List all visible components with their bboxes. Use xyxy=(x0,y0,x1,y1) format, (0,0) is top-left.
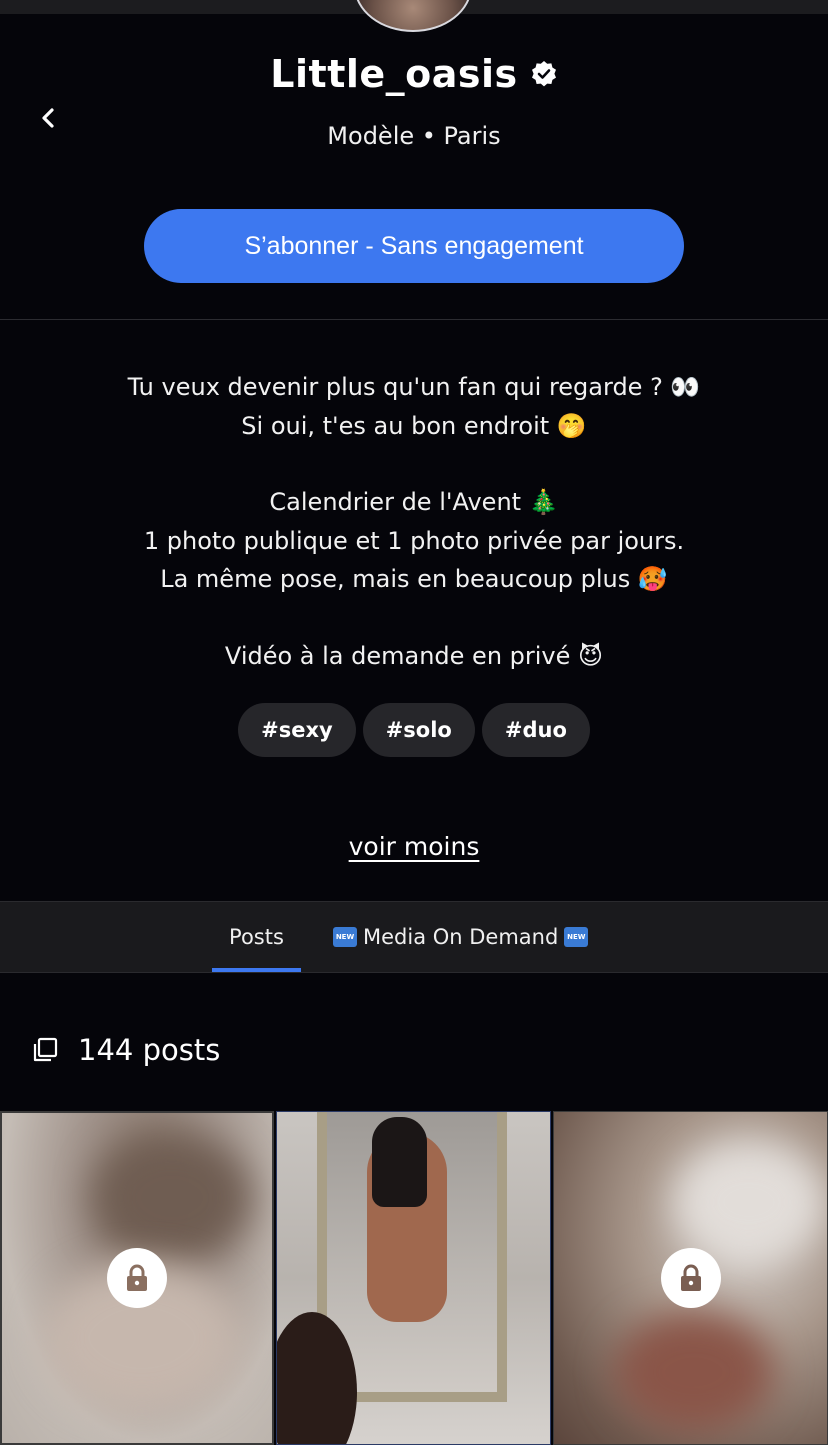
lock-icon xyxy=(680,1264,701,1291)
bio-line: Si oui, t'es au bon endroit 🤭 xyxy=(241,411,587,440)
see-less-link[interactable]: voir moins xyxy=(0,832,828,861)
blurred-preview xyxy=(614,1312,774,1432)
posts-count-row: 144 posts xyxy=(32,1033,220,1067)
posts-stack-icon xyxy=(33,1037,58,1062)
post-thumbnail[interactable] xyxy=(276,1111,551,1445)
tab-media-on-demand[interactable]: NEW Media On Demand NEW xyxy=(333,902,589,972)
tab-media-on-demand-label: Media On Demand xyxy=(363,925,559,949)
bio-spacer xyxy=(0,599,828,637)
content-tabs: Posts NEW Media On Demand NEW xyxy=(0,901,828,973)
new-badge-icon: NEW xyxy=(333,927,357,947)
tag-chip[interactable]: #duo xyxy=(481,703,590,757)
tag-chip[interactable]: #sexy xyxy=(238,703,356,757)
profile-bio: Tu veux devenir plus qu'un fan qui regar… xyxy=(0,368,828,675)
lock-button[interactable] xyxy=(107,1248,167,1308)
avatar[interactable] xyxy=(354,0,472,32)
tag-chip[interactable]: #solo xyxy=(362,703,475,757)
post-image-hair xyxy=(372,1117,427,1207)
verified-badge-icon xyxy=(531,61,556,87)
tab-posts-label: Posts xyxy=(229,925,284,949)
tag-list: #sexy #solo #duo xyxy=(0,703,828,757)
post-thumbnail-locked[interactable] xyxy=(553,1111,828,1445)
bio-line: 1 photo publique et 1 photo privée par j… xyxy=(143,526,685,555)
posts-grid xyxy=(0,1111,828,1445)
new-badge-icon: NEW xyxy=(564,927,589,947)
blurred-preview xyxy=(92,1133,252,1263)
divider xyxy=(0,319,828,320)
profile-name-row: Little_oasis xyxy=(0,52,828,96)
bio-line: La même pose, mais en beaucoup plus 🥵 xyxy=(160,565,668,593)
profile-name: Little_oasis xyxy=(270,52,518,96)
tab-posts[interactable]: Posts xyxy=(212,902,301,972)
blurred-preview xyxy=(674,1142,824,1262)
bio-spacer xyxy=(0,445,828,483)
bio-line: Vidéo à la demande en privé 😈 xyxy=(224,641,604,670)
bio-line: Tu veux devenir plus qu'un fan qui regar… xyxy=(127,373,701,401)
lock-icon xyxy=(127,1264,147,1291)
bio-line: Calendrier de l'Avent 🎄 xyxy=(269,488,559,516)
active-tab-indicator xyxy=(212,968,301,972)
subscribe-button[interactable]: S’abonner - Sans engagement xyxy=(144,209,684,283)
post-thumbnail-locked[interactable] xyxy=(0,1111,274,1445)
lock-button[interactable] xyxy=(660,1248,721,1308)
profile-subtitle: Modèle • Paris xyxy=(327,122,501,150)
posts-count: 144 posts xyxy=(78,1033,221,1067)
